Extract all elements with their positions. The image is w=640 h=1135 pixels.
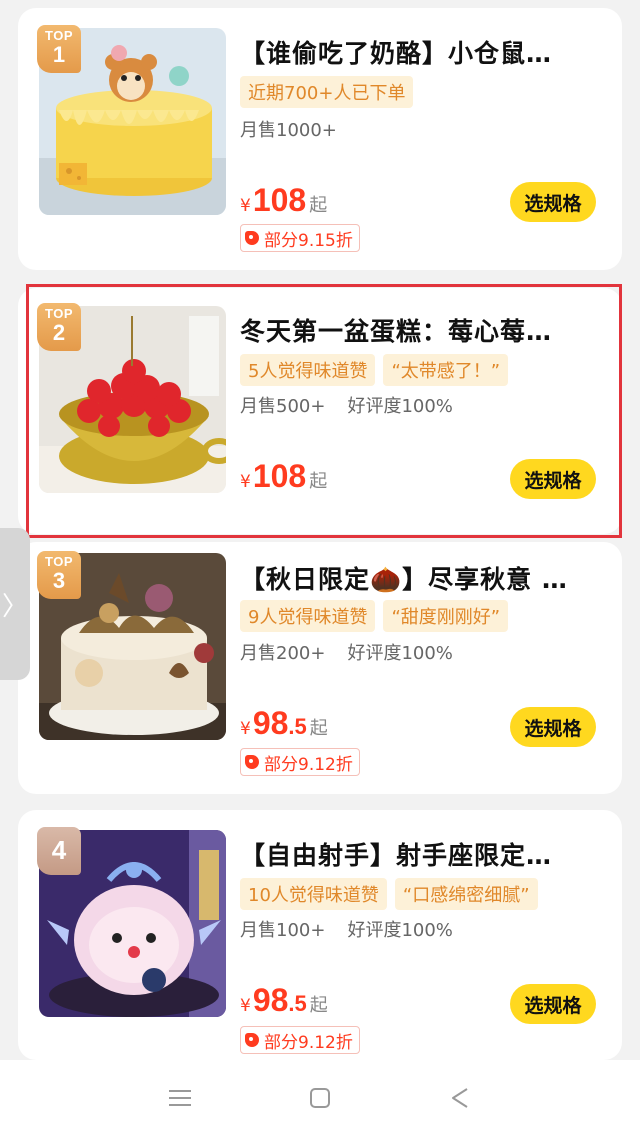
discount-badge: 部分9.15折 xyxy=(240,224,360,252)
discount-text: 部分9.15折 xyxy=(264,230,353,251)
back-icon xyxy=(452,1087,468,1108)
monthly-sales: 月售1000+ xyxy=(240,120,337,141)
rating: 好评度100% xyxy=(347,396,453,417)
currency-symbol: ¥ xyxy=(240,196,251,216)
price: ¥ 108 起 xyxy=(240,458,327,495)
review-count-tag: 10人觉得味道赞 xyxy=(240,878,387,910)
price-main: 98 xyxy=(252,705,289,741)
rank-badge: TOP 2 xyxy=(37,303,81,351)
product-title[interactable]: 【自由射手】射手座限定… xyxy=(240,836,600,872)
stats-row: 月售1000+ xyxy=(240,116,337,142)
review-count-tag: 9人觉得味道赞 xyxy=(240,600,376,632)
rating: 好评度100% xyxy=(347,643,453,664)
review-count-tag: 5人觉得味道赞 xyxy=(240,354,376,386)
discount-badge: 部分9.12折 xyxy=(240,748,360,776)
rank-number: 1 xyxy=(52,42,66,67)
stats-row: 月售500+ 好评度100% xyxy=(240,392,453,418)
price-main: 98 xyxy=(252,982,289,1018)
back-button[interactable] xyxy=(440,1078,480,1118)
currency-symbol: ¥ xyxy=(240,719,251,739)
price-suffix: 起 xyxy=(309,471,328,492)
rank-number: 2 xyxy=(52,320,66,345)
price-suffix: 起 xyxy=(309,718,328,739)
discount-text: 部分9.12折 xyxy=(264,754,353,775)
product-card[interactable]: TOP 1 【谁偷吃了奶酪】小仓鼠… 近期700+人已下单 月售1000+ ¥ … xyxy=(18,8,622,270)
discount-text: 部分9.12折 xyxy=(264,1032,353,1053)
price-decimal: .5 xyxy=(288,714,307,739)
rank-top-label: TOP xyxy=(45,28,73,43)
rank-number: 3 xyxy=(52,568,66,593)
side-drawer-handle[interactable]: 〉 xyxy=(0,528,30,680)
home-button[interactable] xyxy=(300,1078,340,1118)
monthly-sales: 月售100+ xyxy=(240,920,326,941)
select-spec-button[interactable]: 选规格 xyxy=(510,707,596,747)
price-main: 108 xyxy=(252,458,307,494)
price: ¥ 98 .5 起 xyxy=(240,982,328,1019)
tag-row: 10人觉得味道赞 “口感绵密细腻” xyxy=(240,878,538,910)
tag-row: 5人觉得味道赞 “太带感了！” xyxy=(240,354,509,386)
monthly-sales: 月售200+ xyxy=(240,643,326,664)
discount-tag-icon xyxy=(245,1033,259,1047)
stats-row: 月售100+ 好评度100% xyxy=(240,916,453,942)
rank-badge: 4 xyxy=(37,827,81,875)
price-main: 108 xyxy=(252,182,307,218)
review-quote-tag: “太带感了！” xyxy=(383,354,509,386)
stats-row: 月售200+ 好评度100% xyxy=(240,639,453,665)
product-card[interactable]: TOP 2 冬天第一盆蛋糕：莓心莓… 5人觉得味道赞 “太带感了！” 月售500… xyxy=(18,288,622,534)
rank-top-label: TOP xyxy=(45,306,73,321)
rating: 好评度100% xyxy=(347,920,453,941)
discount-tag-icon xyxy=(245,231,259,245)
home-square-icon xyxy=(310,1087,330,1108)
tag-row: 9人觉得味道赞 “甜度刚刚好” xyxy=(240,600,509,632)
tag-row: 近期700+人已下单 xyxy=(240,76,414,108)
product-card[interactable]: 4 【自由射手】射手座限定… 10人觉得味道赞 “口感绵密细腻” 月售100+ … xyxy=(18,810,622,1060)
review-quote-tag: “口感绵密细腻” xyxy=(394,878,538,910)
system-nav-bar xyxy=(0,1060,640,1135)
price: ¥ 98 .5 起 xyxy=(240,705,328,742)
monthly-sales: 月售500+ xyxy=(240,396,326,417)
currency-symbol: ¥ xyxy=(240,472,251,492)
chevron-right-icon: 〉 xyxy=(1,591,28,622)
price-suffix: 起 xyxy=(309,995,328,1016)
rank-top-label: TOP xyxy=(45,554,73,569)
menu-icon xyxy=(169,1089,191,1106)
review-quote-tag: “甜度刚刚好” xyxy=(383,600,509,632)
discount-tag-icon xyxy=(245,755,259,769)
price-decimal: .5 xyxy=(288,991,307,1016)
product-title[interactable]: 【谁偷吃了奶酪】小仓鼠… xyxy=(240,34,600,70)
select-spec-button[interactable]: 选规格 xyxy=(510,984,596,1024)
price-suffix: 起 xyxy=(309,195,328,216)
rank-badge: TOP 3 xyxy=(37,551,81,599)
select-spec-button[interactable]: 选规格 xyxy=(510,459,596,499)
menu-button[interactable] xyxy=(160,1078,200,1118)
product-card[interactable]: TOP 3 【秋日限定🌰】尽享秋意 … 9人觉得味道赞 “甜度刚刚好” 月售20… xyxy=(18,542,622,794)
rank-badge: TOP 1 xyxy=(37,25,81,73)
sales-tag: 近期700+人已下单 xyxy=(240,76,414,108)
currency-symbol: ¥ xyxy=(240,996,251,1016)
discount-badge: 部分9.12折 xyxy=(240,1026,360,1054)
product-list: TOP 1 【谁偷吃了奶酪】小仓鼠… 近期700+人已下单 月售1000+ ¥ … xyxy=(0,0,640,1060)
product-title[interactable]: 【秋日限定🌰】尽享秋意 … xyxy=(240,560,600,596)
select-spec-button[interactable]: 选规格 xyxy=(510,182,596,222)
product-title[interactable]: 冬天第一盆蛋糕：莓心莓… xyxy=(240,312,600,348)
rank-number: 4 xyxy=(51,835,67,865)
price: ¥ 108 起 xyxy=(240,182,327,219)
